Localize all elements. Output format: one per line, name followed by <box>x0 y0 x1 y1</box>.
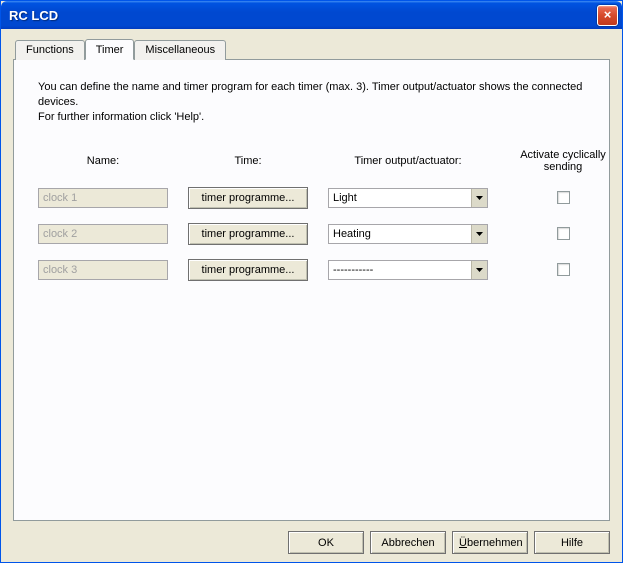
chevron-down-icon <box>471 225 487 243</box>
output-dropdown[interactable]: Light <box>328 188 488 208</box>
activate-checkbox[interactable] <box>557 227 570 240</box>
output-dropdown[interactable]: ----------- <box>328 260 488 280</box>
timer-programme-button[interactable]: timer programme... <box>188 259 308 281</box>
intro-line1: You can define the name and timer progra… <box>38 81 582 108</box>
cancel-button[interactable]: Abbrechen <box>370 531 446 554</box>
header-output: Timer output/actuator: <box>354 155 461 167</box>
dropdown-value: Light <box>333 192 357 204</box>
activate-checkbox[interactable] <box>557 263 570 276</box>
chevron-down-icon <box>471 261 487 279</box>
name-field[interactable] <box>38 260 168 280</box>
timer-grid: Name: Time: Timer output/actuator: Activ… <box>38 149 585 281</box>
timer-programme-button[interactable]: timer programme... <box>188 187 308 209</box>
output-dropdown[interactable]: Heating <box>328 224 488 244</box>
header-activate: Activate cyclically sending <box>508 149 618 173</box>
tab-miscellaneous[interactable]: Miscellaneous <box>134 40 226 60</box>
close-icon[interactable]: × <box>597 5 618 26</box>
header-time: Time: <box>234 155 261 167</box>
window-title: RC LCD <box>9 8 58 23</box>
client-area: Functions Timer Miscellaneous You can de… <box>1 29 622 562</box>
dropdown-value: ----------- <box>333 264 373 276</box>
tab-timer[interactable]: Timer <box>85 39 135 60</box>
tab-strip: Functions Timer Miscellaneous <box>15 39 610 59</box>
help-button[interactable]: Hilfe <box>534 531 610 554</box>
tab-functions[interactable]: Functions <box>15 40 85 60</box>
apply-button[interactable]: Übernehmen <box>452 531 528 554</box>
button-bar: OK Abbrechen Übernehmen Hilfe <box>13 521 610 554</box>
timer-programme-button[interactable]: timer programme... <box>188 223 308 245</box>
intro-line2: For further information click 'Help'. <box>38 111 204 123</box>
name-field[interactable] <box>38 188 168 208</box>
ok-button[interactable]: OK <box>288 531 364 554</box>
tab-panel: You can define the name and timer progra… <box>13 59 610 521</box>
intro-text: You can define the name and timer progra… <box>38 80 585 125</box>
chevron-down-icon <box>471 189 487 207</box>
dropdown-value: Heating <box>333 228 371 240</box>
activate-checkbox[interactable] <box>557 191 570 204</box>
dialog-window: RC LCD × Functions Timer Miscellaneous Y… <box>0 0 623 563</box>
titlebar: RC LCD × <box>1 1 622 29</box>
header-name: Name: <box>87 155 119 167</box>
name-field[interactable] <box>38 224 168 244</box>
